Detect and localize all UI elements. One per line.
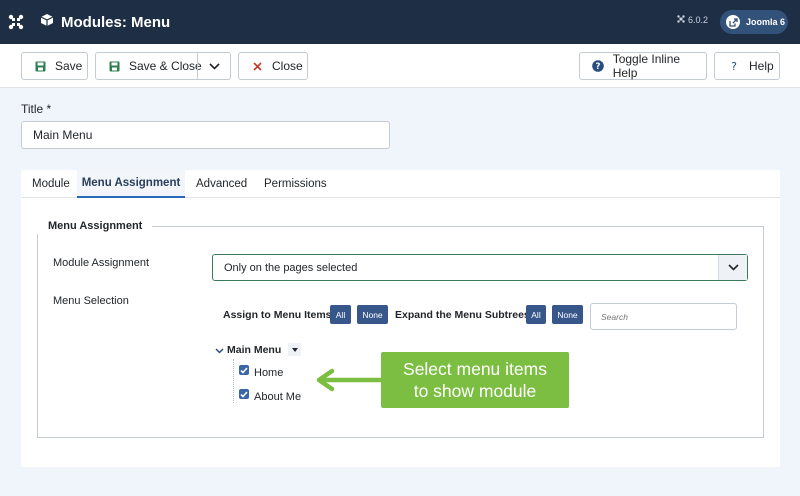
question-icon: ?: [727, 60, 741, 72]
save-label: Save: [55, 59, 83, 73]
fieldset-legend: Menu Assignment: [37, 218, 153, 234]
callout-line-2: to show module: [413, 381, 537, 401]
page-title: Modules: Menu: [40, 12, 170, 32]
svg-text:?: ?: [731, 60, 737, 72]
close-label: Close: [272, 59, 303, 73]
joomla-site-label: Joomla 6: [746, 17, 786, 27]
help-button[interactable]: ? Help: [714, 52, 780, 80]
external-link-icon: [726, 15, 740, 29]
chevron-down-icon: [209, 62, 220, 70]
save-icon: [107, 61, 121, 72]
tab-advanced[interactable]: Advanced: [196, 170, 247, 198]
save-close-button[interactable]: Save & Close: [95, 52, 231, 80]
close-icon: [250, 61, 264, 71]
tab-menu-assignment[interactable]: Menu Assignment: [77, 170, 185, 198]
tree-root-label: Main Menu: [227, 344, 282, 356]
svg-text:?: ?: [595, 62, 600, 72]
chevron-down-icon: [214, 348, 224, 354]
save-button[interactable]: Save: [21, 52, 88, 80]
module-edit-panel: Module Menu Assignment Advanced Permissi…: [21, 170, 780, 467]
save-close-label: Save & Close: [129, 59, 202, 73]
module-assignment-value: Only on the pages selected: [224, 261, 358, 274]
toggle-inline-help-label: Toggle Inline Help: [612, 52, 681, 80]
page-title-text: Modules: Menu: [61, 13, 171, 31]
home-checkbox[interactable]: [239, 365, 249, 375]
close-button[interactable]: Close: [238, 52, 308, 80]
title-input[interactable]: [21, 121, 390, 149]
annotation-callout: Select menu items to show module: [381, 352, 569, 408]
tree-guide-line: [233, 359, 234, 403]
assign-all-button[interactable]: All: [330, 305, 351, 324]
joomla-logo-icon[interactable]: [0, 0, 32, 44]
tree-options-dropdown[interactable]: [288, 343, 301, 356]
save-options-dropdown[interactable]: [198, 53, 231, 79]
chevron-down-icon: [718, 255, 747, 280]
callout-line-1: Select menu items: [403, 359, 547, 379]
caret-down-icon: [291, 347, 298, 352]
tab-permissions[interactable]: Permissions: [264, 170, 327, 198]
tab-module[interactable]: Module: [32, 170, 70, 198]
title-field-label: Title *: [21, 102, 52, 116]
about-me-checkbox[interactable]: [239, 389, 249, 399]
assign-none-button[interactable]: None: [357, 305, 388, 324]
cube-icon: [40, 13, 54, 31]
check-icon: [240, 367, 248, 374]
tab-bar: Module Menu Assignment Advanced Permissi…: [21, 170, 780, 198]
joomla-site-button[interactable]: Joomla 6: [720, 10, 788, 34]
expand-subtrees-label: Expand the Menu Subtrees: [395, 309, 530, 321]
help-label: Help: [749, 59, 774, 73]
version-number: 6.0.2: [688, 15, 709, 25]
version-info: 6.0.2: [677, 15, 708, 25]
action-toolbar: Save Save & Close Close ? Toggle Inline …: [0, 44, 800, 88]
assign-menu-items-label: Assign to Menu Items: [223, 309, 332, 321]
question-circle-icon: ?: [591, 60, 605, 72]
menu-search-input[interactable]: [590, 303, 737, 330]
tree-item-about-me[interactable]: About Me: [254, 391, 301, 403]
menu-selection-label: Menu Selection: [53, 295, 129, 307]
joomla-small-icon: [677, 15, 685, 25]
save-icon: [33, 61, 47, 72]
module-assignment-select[interactable]: Only on the pages selected: [212, 254, 748, 281]
toggle-inline-help-button[interactable]: ? Toggle Inline Help: [579, 52, 707, 80]
check-icon: [240, 391, 248, 398]
callout-arrow-icon: [316, 368, 384, 392]
expand-none-button[interactable]: None: [552, 305, 583, 324]
expand-all-button[interactable]: All: [526, 305, 546, 324]
top-header-bar: Modules: Menu 6.0.2 Joomla 6: [0, 0, 800, 44]
tree-item-home[interactable]: Home: [254, 367, 283, 379]
module-assignment-label: Module Assignment: [53, 257, 149, 269]
tree-collapse-toggle[interactable]: [213, 345, 225, 357]
